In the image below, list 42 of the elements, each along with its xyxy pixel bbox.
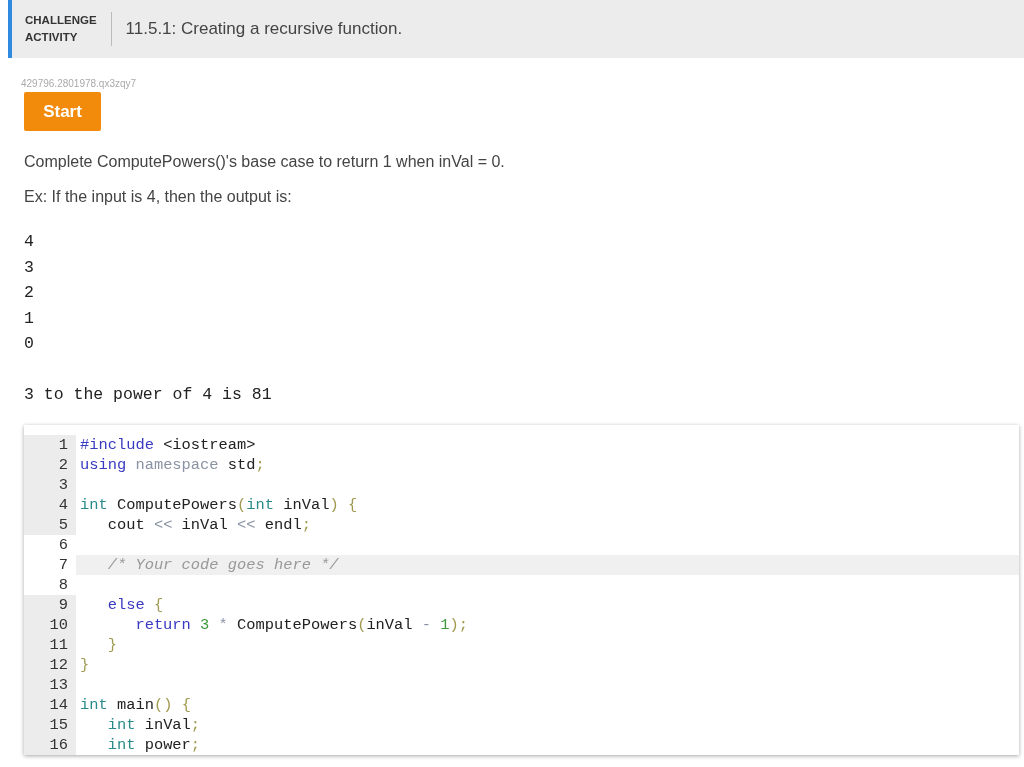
line-number: 1 xyxy=(58,435,68,454)
line-number: 4 xyxy=(58,495,68,514)
code-line: #include <iostream> xyxy=(80,435,256,454)
line-number: 3 xyxy=(58,475,68,494)
line-number: 7 xyxy=(58,555,68,574)
code-line: return 3 * ComputePowers(inVal - 1); xyxy=(134,615,468,634)
activity-label: CHALLENGE xyxy=(25,13,97,28)
activity-title: 11.5.1: Creating a recursive function. xyxy=(125,19,403,39)
code-line: } xyxy=(106,635,117,654)
output-line: 3 xyxy=(24,256,34,279)
code-line: } xyxy=(80,655,90,674)
code-editor[interactable] xyxy=(24,424,1019,755)
line-number: 10 xyxy=(49,615,68,634)
instruction-text: Complete ComputePowers()'s base case to return 1 when inVal = 0. xyxy=(24,152,505,172)
output-line: 2 xyxy=(24,282,34,304)
code-line: int power; xyxy=(106,735,201,754)
start-button[interactable]: Start xyxy=(24,92,101,131)
output-line: 0 xyxy=(24,333,34,355)
line-number: 8 xyxy=(58,575,68,594)
code-line: else { xyxy=(106,595,164,614)
code-line: int inVal; xyxy=(106,715,201,734)
line-number: 5 xyxy=(58,515,68,534)
line-number: 9 xyxy=(58,595,68,614)
line-number: 16 xyxy=(49,735,68,754)
line-number: 13 xyxy=(49,675,68,694)
code-line: int main() { xyxy=(80,695,191,714)
line-number: 6 xyxy=(58,535,68,554)
line-number: 2 xyxy=(58,455,68,474)
code-line: cout << inVal << endl; xyxy=(106,515,311,534)
line-number: 12 xyxy=(49,655,68,674)
output-line: 1 xyxy=(24,307,34,330)
line-number: 15 xyxy=(49,715,68,734)
output-line: 3 to the power of 4 is 81 xyxy=(24,384,272,406)
instruction-text: Ex: If the input is 4, then the output is: xyxy=(24,187,292,207)
code-line: /* Your code goes here */ xyxy=(106,555,339,574)
activity-label: ACTIVITY xyxy=(25,30,79,45)
code-line: int ComputePowers(int inVal) { xyxy=(80,495,358,514)
activity-id: 429796.2801978.qx3zqy7 xyxy=(21,78,138,89)
output-line: 4 xyxy=(24,231,34,253)
code-line: using namespace std; xyxy=(80,455,265,474)
line-number: 14 xyxy=(49,695,68,714)
line-number: 11 xyxy=(49,635,68,654)
